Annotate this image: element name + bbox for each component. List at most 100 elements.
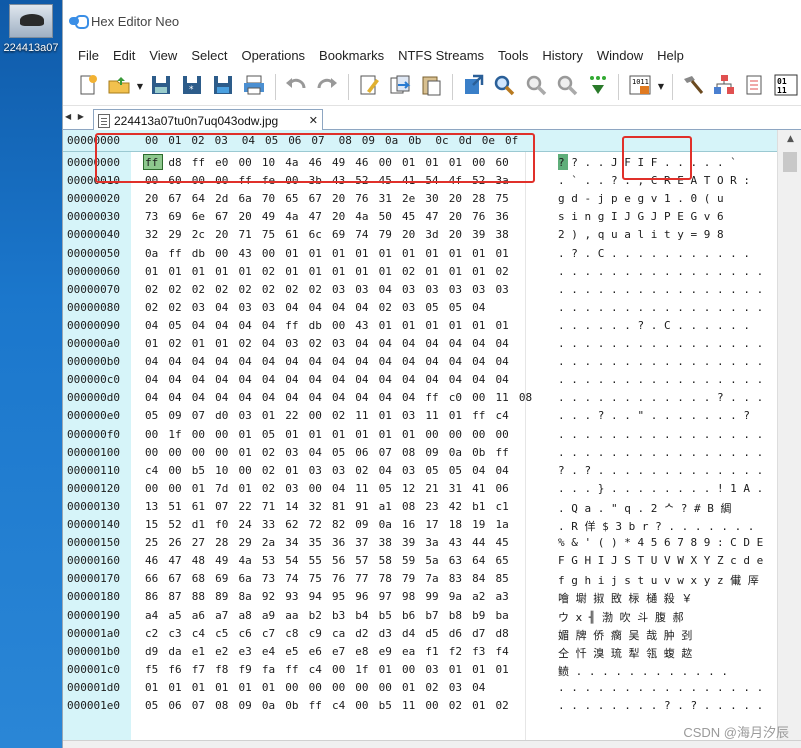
row-ascii[interactable]: . . . . . . . . ? . ? . . . . .: [558, 699, 763, 712]
vertical-scrollbar[interactable]: ▲: [777, 130, 801, 740]
title-bar[interactable]: Hex Editor Neo: [63, 0, 801, 42]
scroll-thumb[interactable]: [783, 152, 797, 172]
redo-button[interactable]: [313, 72, 342, 102]
find-next-button[interactable]: [521, 72, 550, 102]
row-bytes[interactable]: 05 09 07 d0 03 01 22 00 02 11 01 03 11 0…: [145, 409, 509, 422]
scroll-up-icon[interactable]: ▲: [778, 134, 801, 144]
row-bytes[interactable]: 25 26 27 28 29 2a 34 35 36 37 38 39 3a 4…: [145, 536, 509, 549]
row-bytes[interactable]: 01 01 01 01 01 01 00 00 00 00 00 01 02 0…: [145, 681, 485, 694]
row-ascii[interactable]: . . . . . . . . . . . . . . . .: [558, 446, 763, 459]
find-button[interactable]: [490, 72, 519, 102]
row-bytes[interactable]: 05 06 07 08 09 0a 0b ff c4 00 b5 11 00 0…: [145, 699, 509, 712]
row-ascii[interactable]: g d - j p e g v 1 . 0 ( u: [558, 192, 724, 205]
row-ascii[interactable]: . . . } . . . . . . . . ! 1 A .: [558, 482, 763, 495]
row-ascii[interactable]: 媚 牌 侨 瘸 吴 哉 肿 刭: [558, 627, 692, 643]
row-ascii[interactable]: ウ ⅹ ╢ 渤 吹 斗 腹 郝: [558, 609, 684, 625]
menu-select[interactable]: Select: [184, 45, 234, 66]
menu-view[interactable]: View: [142, 45, 184, 66]
menu-ntfs-streams[interactable]: NTFS Streams: [391, 45, 491, 66]
file-tab[interactable]: 224413a07tu0n7uq043odw.jpg ✕: [93, 109, 323, 131]
row-ascii[interactable]: 噲 墛 掓 敃 柡 樋 殺 ￥: [558, 590, 692, 606]
row-ascii[interactable]: . . . . . . ? . C . . . . . .: [558, 319, 750, 332]
row-bytes[interactable]: 04 04 04 04 04 04 04 04 04 04 04 04 ff c…: [145, 391, 532, 404]
row-bytes[interactable]: 04 04 04 04 04 04 04 04 04 04 04 04 04 0…: [145, 373, 509, 386]
row-bytes[interactable]: 02 02 02 02 02 02 02 02 03 03 04 03 03 0…: [145, 283, 509, 296]
menu-file[interactable]: File: [71, 45, 106, 66]
row-bytes[interactable]: 13 51 61 07 22 71 14 32 81 91 a1 08 23 4…: [145, 500, 509, 513]
row-bytes[interactable]: 00 00 00 00 01 02 03 04 05 06 07 08 09 0…: [145, 446, 509, 459]
row-ascii[interactable]: . . . . . . . . . . . . . . . .: [558, 373, 763, 386]
row-ascii[interactable]: ? . ? . . . . . . . . . . . . .: [558, 464, 763, 477]
row-bytes[interactable]: 02 02 03 04 03 03 04 04 04 04 02 03 05 0…: [145, 301, 485, 314]
row-ascii[interactable]: . R 佯 $ 3 b r ? . . . . . . .: [558, 518, 754, 534]
export-button[interactable]: [459, 72, 488, 102]
menu-bookmarks[interactable]: Bookmarks: [312, 45, 391, 66]
row-ascii[interactable]: . . . . . . . . . . . . . . . .: [558, 355, 763, 368]
row-bytes[interactable]: 04 04 04 04 04 04 04 04 04 04 04 04 04 0…: [145, 355, 509, 368]
row-bytes[interactable]: d9 da e1 e2 e3 e4 e5 e6 e7 e8 e9 ea f1 f…: [145, 645, 509, 658]
row-ascii[interactable]: F G H I J S T U V W X Y Z c d e: [558, 554, 763, 567]
open-file-button[interactable]: [104, 72, 133, 102]
row-ascii[interactable]: 鲼 . . . . . . . . . . . .: [558, 663, 728, 679]
menu-tools[interactable]: Tools: [491, 45, 535, 66]
menu-operations[interactable]: Operations: [234, 45, 312, 66]
row-bytes[interactable]: 32 29 2c 20 71 75 61 6c 69 74 79 20 3d 2…: [145, 228, 509, 241]
row-bytes[interactable]: 66 67 68 69 6a 73 74 75 76 77 78 79 7a 8…: [145, 572, 509, 585]
row-ascii[interactable]: . . . ? . . " . . . . . . . ?: [558, 409, 750, 422]
replace-button[interactable]: [583, 72, 612, 102]
row-ascii[interactable]: . ? . C . . . . . . . . . . .: [558, 247, 750, 260]
row-bytes[interactable]: 00 1f 00 00 01 05 01 01 01 01 01 01 00 0…: [145, 428, 509, 441]
menu-help[interactable]: Help: [650, 45, 691, 66]
row-ascii[interactable]: . . . . . . . . . . . . . . . .: [558, 337, 763, 350]
structure-button[interactable]: [710, 72, 739, 102]
row-bytes[interactable]: 20 67 64 2d 6a 70 65 67 20 76 31 2e 30 2…: [145, 192, 509, 205]
close-tab-icon[interactable]: ✕: [309, 114, 318, 127]
row-ascii[interactable]: s i n g I J G J P E G v 6: [558, 210, 724, 223]
row-bytes[interactable]: 01 01 01 01 01 02 01 01 01 01 01 02 01 0…: [145, 265, 509, 278]
row-bytes[interactable]: c4 00 b5 10 00 02 01 03 03 02 04 03 05 0…: [145, 464, 509, 477]
new-file-button[interactable]: [73, 72, 102, 102]
tab-scroll-arrows-icon[interactable]: ◀ ▶: [65, 112, 86, 121]
row-bytes[interactable]: 04 05 04 04 04 04 ff db 00 43 01 01 01 0…: [145, 319, 509, 332]
menu-history[interactable]: History: [535, 45, 589, 66]
save-button[interactable]: [147, 72, 176, 102]
row-ascii[interactable]: 仝 忏 溴 琉 犁 瓴 蝮 趑: [558, 645, 692, 661]
row-bytes[interactable]: c2 c3 c4 c5 c6 c7 c8 c9 ca d2 d3 d4 d5 d…: [145, 627, 509, 640]
row-bytes[interactable]: 01 02 01 01 02 04 03 02 03 04 04 04 04 0…: [145, 337, 509, 350]
row-ascii[interactable]: . Q a . " q . 2 ᄉ ? # B 綢: [558, 500, 731, 516]
row-bytes[interactable]: 00 00 01 7d 01 02 03 00 04 11 05 12 21 3…: [145, 482, 509, 495]
dropdown-arrow-icon[interactable]: ▼: [656, 72, 666, 102]
save-as-button[interactable]: [209, 72, 238, 102]
print-button[interactable]: [240, 72, 269, 102]
undo-button[interactable]: [282, 72, 311, 102]
encoding-button[interactable]: 1011: [625, 72, 654, 102]
row-ascii[interactable]: % & ' ( ) * 4 5 6 7 8 9 : C D E: [558, 536, 763, 549]
row-ascii[interactable]: f g h i j s t u v w x y z 儎 厗: [558, 572, 759, 588]
row-ascii[interactable]: . ` . . ? . ; C R E A T O R :: [558, 174, 750, 187]
row-ascii[interactable]: . . . . . . . . . . . . . . . .: [558, 681, 763, 694]
save-all-button[interactable]: *: [178, 72, 207, 102]
row-ascii[interactable]: . . . . . . . . . . . . . . . .: [558, 265, 763, 278]
row-bytes[interactable]: f5 f6 f7 f8 f9 fa ff c4 00 1f 01 00 03 0…: [145, 663, 509, 676]
row-ascii[interactable]: . . . . . . . . . . . . . . . .: [558, 301, 763, 314]
hex-view[interactable]: ▲ 00000000 00 01 02 03 04 05 06 07 08 09 0a 0b 0c 0d 0e…: [63, 130, 801, 740]
edit-button[interactable]: [355, 72, 384, 102]
row-bytes[interactable]: 0a ff db 00 43 00 01 01 01 01 01 01 01 0…: [145, 247, 509, 260]
row-bytes[interactable]: 73 69 6e 67 20 49 4a 47 20 4a 50 45 47 2…: [145, 210, 509, 223]
row-ascii[interactable]: . . . . . . . . . . . . . . . .: [558, 428, 763, 441]
row-bytes[interactable]: a4 a5 a6 a7 a8 a9 aa b2 b3 b4 b5 b6 b7 b…: [145, 609, 509, 622]
paste-button[interactable]: [417, 72, 446, 102]
compare-button[interactable]: [741, 72, 770, 102]
menu-edit[interactable]: Edit: [106, 45, 142, 66]
find-prev-button[interactable]: [552, 72, 581, 102]
row-bytes[interactable]: 00 60 00 00 ff fe 00 3b 43 52 45 41 54 4…: [145, 174, 509, 187]
row-ascii[interactable]: ? ? . . J F I F . . . . . `: [558, 156, 737, 169]
desktop-file-icon[interactable]: 224413a07: [2, 4, 60, 54]
row-bytes[interactable]: 46 47 48 49 4a 53 54 55 56 57 58 59 5a 6…: [145, 554, 509, 567]
tool-a-button[interactable]: [679, 72, 708, 102]
binary-button[interactable]: 01 11: [772, 72, 801, 102]
row-bytes[interactable]: 15 52 d1 f0 24 33 62 72 82 09 0a 16 17 1…: [145, 518, 509, 531]
row-bytes[interactable]: 86 87 88 89 8a 92 93 94 95 96 97 98 99 9…: [145, 590, 509, 603]
copy-button[interactable]: [386, 72, 415, 102]
dropdown-arrow-icon[interactable]: ▼: [135, 72, 145, 102]
